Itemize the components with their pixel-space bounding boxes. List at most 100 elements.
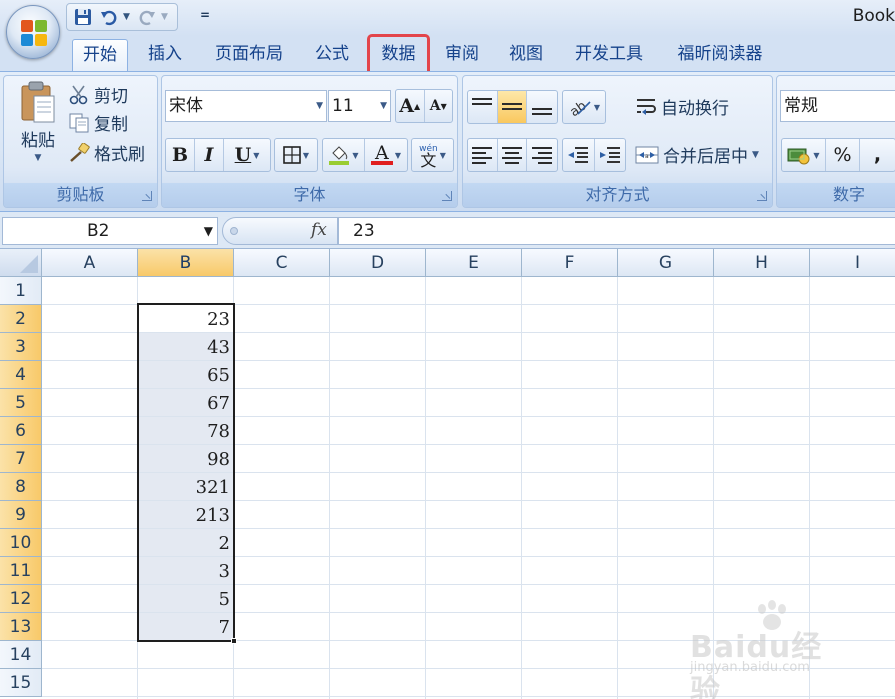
column-header-a[interactable]: A (42, 249, 138, 277)
formula-input[interactable]: 23 (338, 217, 895, 245)
row-header-9[interactable]: 9 (0, 501, 42, 529)
font-color-button[interactable]: A ▼ (365, 139, 407, 171)
underline-button[interactable]: U ▼ (224, 139, 270, 171)
row-header-7[interactable]: 7 (0, 445, 42, 473)
decrease-indent-button[interactable] (563, 139, 595, 171)
align-left-button[interactable] (468, 139, 498, 171)
tab-home[interactable]: 开始 (72, 39, 128, 73)
font-size-dropdown-icon[interactable]: ▼ (380, 91, 387, 121)
font-size-combo[interactable]: 11 ▼ (328, 90, 391, 122)
save-icon[interactable] (71, 6, 95, 28)
resize-knob-icon[interactable] (230, 227, 238, 235)
row-header-10[interactable]: 10 (0, 529, 42, 557)
tab-formulas[interactable]: 公式 (306, 39, 358, 72)
row-header-6[interactable]: 6 (0, 417, 42, 445)
column-header-c[interactable]: C (234, 249, 330, 277)
comma-style-button[interactable]: , (860, 139, 895, 171)
bold-button[interactable]: B (166, 139, 195, 171)
font-color-dropdown-icon[interactable]: ▼ (395, 151, 401, 160)
tab-foxit-reader[interactable]: 福昕阅读器 (666, 39, 774, 72)
phonetic-button[interactable]: wén 文 ▼ (411, 138, 454, 172)
tab-view[interactable]: 视图 (500, 39, 552, 72)
tab-data[interactable]: 数据 (367, 34, 430, 76)
column-header-h[interactable]: H (714, 249, 810, 277)
undo-dropdown-icon[interactable]: ▼ (123, 12, 133, 22)
align-right-button[interactable] (527, 139, 557, 171)
tab-developer[interactable]: 开发工具 (564, 39, 654, 72)
name-box[interactable]: B2 ▼ (2, 217, 218, 245)
quick-access-toolbar: ▼ ▼ (66, 3, 178, 31)
row-header-14[interactable]: 14 (0, 641, 42, 669)
merge-center-dropdown-icon[interactable]: ▼ (752, 150, 759, 160)
column-header-b[interactable]: B (138, 249, 234, 277)
undo-icon[interactable] (97, 6, 121, 28)
border-dropdown-icon[interactable]: ▼ (303, 151, 309, 160)
row-header-2[interactable]: 2 (0, 305, 42, 333)
top-align-button[interactable] (468, 91, 498, 123)
row-header-12[interactable]: 12 (0, 585, 42, 613)
increase-indent-button[interactable] (595, 139, 626, 171)
alignment-launcher-icon[interactable] (757, 191, 767, 201)
fill-color-button[interactable]: ▼ (323, 139, 366, 171)
percent-style-button[interactable]: % (826, 139, 860, 171)
row-header-1[interactable]: 1 (0, 277, 42, 305)
row-header-8[interactable]: 8 (0, 473, 42, 501)
font-name-dropdown-icon[interactable]: ▼ (316, 91, 323, 121)
row-header-11[interactable]: 11 (0, 557, 42, 585)
paste-dropdown-icon[interactable]: ▼ (35, 153, 42, 163)
row-header-4[interactable]: 4 (0, 361, 42, 389)
middle-align-button[interactable] (497, 91, 528, 123)
currency-icon (787, 148, 810, 165)
tab-review[interactable]: 审阅 (436, 39, 488, 72)
name-box-dropdown-icon[interactable]: ▼ (204, 218, 213, 244)
column-header-i[interactable]: I (810, 249, 895, 277)
font-name-combo[interactable]: 宋体 ▼ (165, 90, 327, 122)
column-header-d[interactable]: D (330, 249, 426, 277)
tab-insert[interactable]: 插入 (138, 39, 192, 72)
cut-button[interactable]: 剪切 (68, 82, 128, 107)
row-header-15[interactable]: 15 (0, 669, 42, 697)
insert-function-icon[interactable]: fx (311, 220, 327, 240)
format-painter-button[interactable]: 格式刷 (68, 140, 145, 165)
align-center-button[interactable] (498, 139, 528, 171)
copy-button[interactable]: 复制 (68, 110, 128, 135)
wrap-text-button[interactable]: 自动换行 (635, 94, 729, 119)
fill-color-dropdown-icon[interactable]: ▼ (352, 151, 358, 160)
italic-button[interactable]: I (195, 139, 224, 171)
phonetic-dropdown-icon[interactable]: ▼ (440, 151, 446, 160)
column-header-e[interactable]: E (426, 249, 522, 277)
column-header-f[interactable]: F (522, 249, 618, 277)
row-header-13[interactable]: 13 (0, 613, 42, 641)
border-button[interactable]: ▼ (274, 138, 318, 172)
merge-center-button[interactable]: a 合并后居中 ▼ (635, 142, 759, 167)
phonetic-cell: wén 文 ▼ (412, 139, 453, 171)
shrink-font-button[interactable]: A ▼ (425, 90, 453, 122)
orientation-button[interactable]: ab ▼ (562, 90, 606, 124)
select-all-button[interactable] (0, 249, 42, 277)
customize-qat-icon[interactable]: = (200, 8, 210, 22)
merge-center-icon: a (635, 146, 659, 163)
font-name-value: 宋体 (169, 96, 203, 116)
number-format-combo[interactable]: 常规 (780, 90, 895, 122)
column-header-g[interactable]: G (618, 249, 714, 277)
redo-icon[interactable] (135, 6, 159, 28)
currency-dropdown-icon[interactable]: ▼ (813, 151, 819, 160)
grow-font-button[interactable]: A ▲ (396, 90, 425, 122)
align-left-icon (472, 146, 493, 164)
row-header-3[interactable]: 3 (0, 333, 42, 361)
redo-dropdown-icon[interactable]: ▼ (161, 12, 171, 22)
tab-page-layout[interactable]: 页面布局 (204, 39, 294, 72)
orientation-dropdown-icon[interactable]: ▼ (594, 103, 600, 112)
font-launcher-icon[interactable] (442, 191, 452, 201)
row-header-5[interactable]: 5 (0, 389, 42, 417)
fill-handle[interactable] (231, 638, 237, 644)
number-group-label: 数字 (777, 183, 895, 207)
office-button[interactable] (6, 5, 60, 59)
paste-button[interactable]: 粘贴 ▼ (12, 80, 64, 172)
formula-bar-handle[interactable]: fx (222, 217, 338, 245)
bottom-align-button[interactable] (527, 91, 557, 123)
orientation-icon: ab (568, 99, 591, 117)
underline-dropdown-icon[interactable]: ▼ (253, 150, 259, 160)
currency-format-button[interactable]: ▼ (782, 139, 826, 171)
clipboard-launcher-icon[interactable] (142, 191, 152, 201)
